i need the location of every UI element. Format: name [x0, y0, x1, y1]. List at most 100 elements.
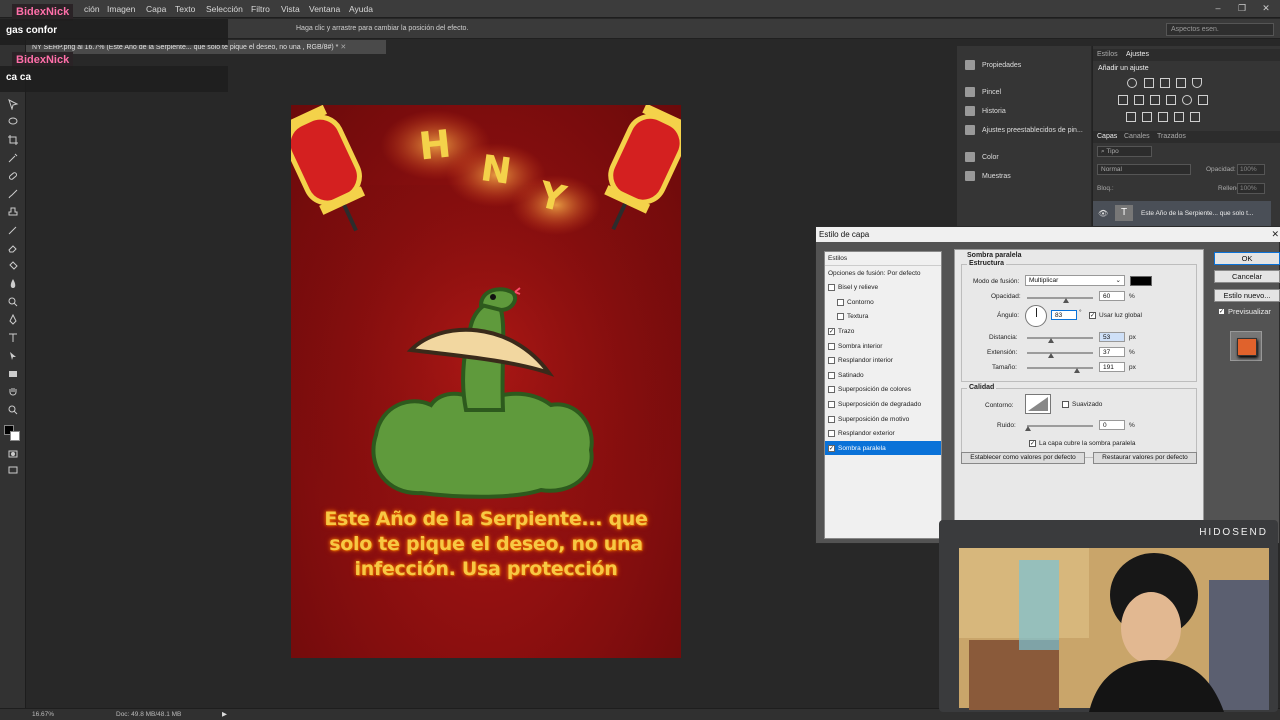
- dock-muestras[interactable]: Muestras: [965, 169, 1011, 183]
- style-item[interactable]: Contorno: [825, 295, 941, 309]
- tab-canales[interactable]: Canales: [1124, 133, 1150, 140]
- distance-slider[interactable]: [1027, 337, 1093, 339]
- size-input[interactable]: 191: [1099, 362, 1125, 372]
- menu-seleccion[interactable]: Selección: [206, 4, 243, 14]
- tab-ajustes[interactable]: Ajustes: [1126, 51, 1149, 58]
- style-item[interactable]: ✓ Trazo: [825, 324, 941, 338]
- vibrance-icon[interactable]: [1192, 78, 1202, 88]
- brightness-icon[interactable]: [1127, 78, 1137, 88]
- dock-ajustes-pincel[interactable]: Ajustes preestablecidos de pin...: [965, 123, 1083, 137]
- menu-imagen[interactable]: Imagen: [107, 4, 135, 14]
- distance-input[interactable]: 53: [1099, 332, 1125, 342]
- style-checkbox[interactable]: ✓: [828, 444, 835, 452]
- layer-opacity-input[interactable]: 100%: [1237, 164, 1265, 175]
- screen-mode-icon[interactable]: [7, 464, 19, 476]
- opacity-input[interactable]: 60: [1099, 291, 1125, 301]
- layer-blend-mode[interactable]: Normal: [1097, 164, 1191, 175]
- zoom-level[interactable]: 16.67%: [32, 711, 54, 718]
- noise-input[interactable]: 0: [1099, 420, 1125, 430]
- angle-dial[interactable]: [1025, 305, 1047, 327]
- fill-input[interactable]: 100%: [1237, 183, 1265, 194]
- menu-vista[interactable]: Vista: [281, 4, 300, 14]
- tab-capas[interactable]: Capas: [1097, 133, 1117, 140]
- curves-icon[interactable]: [1160, 78, 1170, 88]
- spread-input[interactable]: 37: [1099, 347, 1125, 357]
- zoom-tool-icon[interactable]: [7, 404, 19, 416]
- ok-button[interactable]: OK: [1214, 252, 1280, 265]
- blur-tool-icon[interactable]: [7, 278, 19, 290]
- shadow-color-swatch[interactable]: [1130, 276, 1152, 286]
- type-tool-icon[interactable]: [7, 332, 19, 344]
- tab-trazados[interactable]: Trazados: [1157, 133, 1186, 140]
- style-checkbox[interactable]: [828, 342, 835, 350]
- dock-historia[interactable]: Historia: [965, 104, 1006, 118]
- blend-mode-select[interactable]: Multiplicar ⌄: [1025, 275, 1125, 286]
- size-slider-thumb[interactable]: [1074, 368, 1080, 373]
- cancel-button[interactable]: Cancelar: [1214, 270, 1280, 283]
- style-item[interactable]: Superposición de motivo: [825, 412, 941, 426]
- style-checkbox[interactable]: [828, 400, 835, 408]
- posterize-icon[interactable]: [1142, 112, 1152, 122]
- style-checkbox[interactable]: [828, 371, 835, 379]
- tab-estilos[interactable]: Estilos: [1097, 51, 1118, 58]
- eraser-tool-icon[interactable]: [7, 242, 19, 254]
- exposure-icon[interactable]: [1176, 78, 1186, 88]
- path-selection-icon[interactable]: [7, 350, 19, 362]
- contour-picker[interactable]: [1025, 394, 1051, 414]
- style-item[interactable]: ✓ Sombra paralela: [825, 441, 941, 456]
- angle-input[interactable]: 83: [1051, 310, 1077, 320]
- stamp-tool-icon[interactable]: [7, 206, 19, 218]
- dodge-tool-icon[interactable]: [7, 296, 19, 308]
- gradient-map-icon[interactable]: [1174, 112, 1184, 122]
- style-checkbox[interactable]: [828, 430, 835, 438]
- bw-icon[interactable]: [1150, 95, 1160, 105]
- new-style-button[interactable]: Estilo nuevo...: [1214, 289, 1280, 302]
- menu-ayuda[interactable]: Ayuda: [349, 4, 373, 14]
- style-item[interactable]: Superposición de degradado: [825, 397, 941, 411]
- style-checkbox[interactable]: [837, 298, 844, 306]
- crop-tool-icon[interactable]: [7, 134, 19, 146]
- brush-tool-icon[interactable]: [7, 188, 19, 200]
- bucket-tool-icon[interactable]: [7, 260, 19, 272]
- invert-icon[interactable]: [1126, 112, 1136, 122]
- visibility-eye-icon[interactable]: 👁: [1098, 209, 1108, 218]
- distance-slider-thumb[interactable]: [1048, 338, 1054, 343]
- close-icon[interactable]: ✕: [1271, 229, 1279, 240]
- make-default-button[interactable]: Establecer como valores por defecto: [961, 452, 1085, 464]
- tab-close-icon[interactable]: ✕: [340, 44, 346, 51]
- hue-sat-icon[interactable]: [1118, 95, 1128, 105]
- style-item[interactable]: Textura: [825, 310, 941, 324]
- workspace-select[interactable]: Aspectos esen.: [1166, 23, 1274, 36]
- threshold-icon[interactable]: [1158, 112, 1168, 122]
- background-color-swatch[interactable]: [10, 431, 20, 441]
- menu-edicion[interactable]: ción: [84, 4, 100, 14]
- pen-tool-icon[interactable]: [7, 313, 19, 326]
- close-icon[interactable]: ✕: [1258, 2, 1274, 14]
- dock-color[interactable]: Color: [965, 150, 999, 164]
- layer-kind-filter[interactable]: ⌕ Tipo: [1097, 146, 1152, 157]
- antialias-checkbox[interactable]: [1062, 401, 1069, 408]
- menu-texto[interactable]: Texto: [175, 4, 195, 14]
- rectangle-tool-icon[interactable]: [7, 368, 19, 380]
- levels-icon[interactable]: [1144, 78, 1154, 88]
- hand-tool-icon[interactable]: [7, 386, 19, 398]
- global-light-checkbox[interactable]: ✓: [1089, 312, 1096, 319]
- noise-slider-thumb[interactable]: [1025, 426, 1031, 431]
- menu-filtro[interactable]: Filtro: [251, 4, 270, 14]
- style-item[interactable]: Resplandor interior: [825, 354, 941, 368]
- history-brush-icon[interactable]: [7, 224, 19, 236]
- move-tool-icon[interactable]: [7, 98, 19, 111]
- reset-default-button[interactable]: Restaurar valores por defecto: [1093, 452, 1197, 464]
- spread-slider-thumb[interactable]: [1048, 353, 1054, 358]
- photo-filter-icon[interactable]: [1166, 95, 1176, 105]
- preview-checkbox[interactable]: ✓: [1218, 308, 1225, 315]
- style-item[interactable]: Opciones de fusión: Por defecto: [825, 266, 941, 280]
- style-checkbox[interactable]: [828, 284, 835, 292]
- style-checkbox[interactable]: ✓: [828, 327, 835, 335]
- eyedropper-tool-icon[interactable]: [7, 152, 19, 164]
- style-item[interactable]: Satinado: [825, 368, 941, 382]
- menu-capa[interactable]: Capa: [146, 4, 166, 14]
- style-checkbox[interactable]: [828, 386, 835, 394]
- style-item[interactable]: Sombra interior: [825, 339, 941, 353]
- dock-propiedades[interactable]: Propiedades: [965, 58, 1021, 72]
